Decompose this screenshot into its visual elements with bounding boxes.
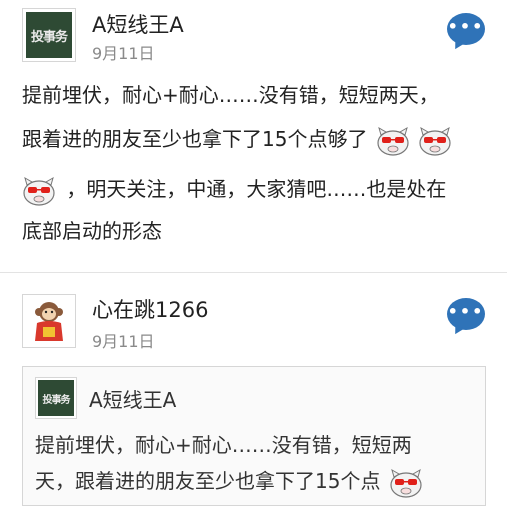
avatar[interactable]: [22, 294, 76, 348]
post-line: 底部启动的形态: [22, 219, 162, 243]
comment-dots-icon: •••: [447, 17, 485, 36]
avatar-logo-text: 投事务: [26, 12, 72, 58]
quoted-line-with-emoji: 天，跟着进的朋友至少也拿下了15个点: [35, 465, 423, 498]
monkey-avatar-icon: [35, 302, 63, 341]
comment-button[interactable]: •••: [447, 298, 485, 330]
username[interactable]: A短线王A: [92, 9, 184, 39]
cool-pig-emoji-icon: [377, 126, 409, 156]
post-line: 提前埋伏，耐心+耐心……没有错，短短两天，: [22, 83, 439, 107]
post-line-with-emoji: 跟着进的朋友至少也拿下了15个点够了: [22, 122, 452, 156]
cool-pig-emoji-icon: [390, 468, 422, 498]
quoted-username: A短线王A: [89, 388, 177, 412]
post-card: 心在跳1266 9月11日 ••• 投事务 A短线王A 提前埋伏，耐心+耐心………: [0, 273, 507, 506]
post-card: 投事务 A短线王A 9月11日 ••• 提前埋伏，耐心+耐心……没有错，短短两天…: [0, 0, 507, 272]
avatar-logo-text: 投事务: [38, 380, 74, 416]
comment-dots-icon: •••: [447, 302, 485, 321]
post-line: 跟着进的朋友至少也拿下了15个点够了: [22, 127, 368, 151]
quoted-line: 提前埋伏，耐心+耐心……没有错，短短两: [35, 433, 412, 457]
quoted-post[interactable]: 投事务 A短线王A 提前埋伏，耐心+耐心……没有错，短短两 天，跟着进的朋友至少…: [22, 366, 486, 506]
cool-pig-emoji-icon: [23, 176, 55, 206]
avatar[interactable]: 投事务: [22, 8, 76, 62]
cool-pig-emoji-icon: [419, 126, 451, 156]
post-date: 9月11日: [92, 44, 155, 63]
post-line: ，明天关注，中通，大家猜吧……也是处在: [66, 177, 447, 201]
post-date: 9月11日: [92, 332, 155, 351]
comment-button[interactable]: •••: [447, 13, 485, 45]
quoted-avatar: 投事务: [35, 377, 77, 419]
username[interactable]: 心在跳1266: [92, 294, 208, 324]
post-line-with-emoji: ，明天关注，中通，大家猜吧……也是处在: [22, 172, 446, 206]
quoted-line: 天，跟着进的朋友至少也拿下了15个点: [35, 469, 381, 493]
